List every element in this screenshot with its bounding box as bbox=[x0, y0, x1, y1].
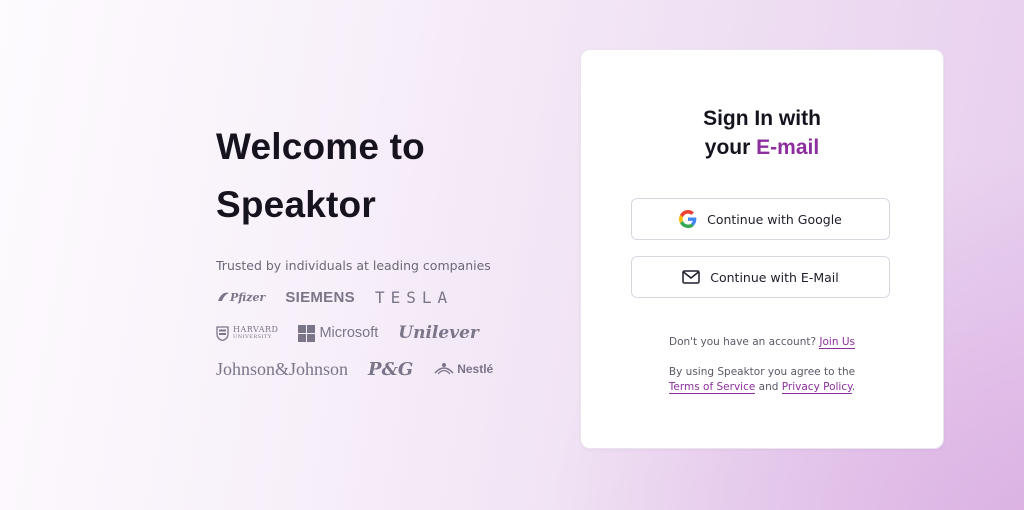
google-g-icon bbox=[679, 210, 697, 228]
terms-prefix-text: By using Speaktor you agree to the bbox=[668, 366, 856, 378]
unilever-logo: Unilever bbox=[398, 323, 479, 343]
pfizer-mark-icon bbox=[218, 292, 229, 301]
trusted-by-text: Trusted by individuals at leading compan… bbox=[216, 258, 491, 273]
terms-and-text: and bbox=[758, 381, 779, 393]
logo-row-3: Johnson&Johnson P&G Nestlé bbox=[216, 357, 546, 381]
terms-of-service-link[interactable]: Terms of Service bbox=[668, 381, 756, 394]
headline-line-2: Speaktor bbox=[216, 184, 376, 225]
sign-in-title-line-1: Sign In with bbox=[703, 107, 821, 130]
signup-prompt-text: Don't you have an account? bbox=[668, 336, 817, 348]
continue-with-email-button[interactable]: Continue with E-Mail bbox=[631, 256, 890, 298]
sign-in-title-prefix: your bbox=[704, 136, 751, 159]
welcome-headline: Welcome to Speaktor bbox=[216, 118, 546, 234]
signup-prompt: Don't you have an account? Join Us bbox=[581, 335, 943, 350]
harvard-shield-icon bbox=[216, 325, 229, 341]
sign-in-title: Sign In with your E-mail bbox=[581, 104, 943, 162]
google-button-label: Continue with Google bbox=[707, 211, 842, 227]
sign-in-title-accent: E-mail bbox=[756, 136, 820, 159]
siemens-logo: SIEMENS bbox=[285, 288, 355, 306]
sign-in-card: Sign In with your E-mail Continue with G… bbox=[580, 49, 944, 449]
pfizer-logo-text: Pfizer bbox=[230, 290, 266, 304]
nestle-nest-icon bbox=[434, 363, 454, 375]
harvard-logo-text: HARVARD bbox=[233, 325, 279, 334]
continue-with-google-button[interactable]: Continue with Google bbox=[631, 198, 890, 240]
pfizer-logo: Pfizer bbox=[216, 291, 265, 304]
tesla-logo: TESLA bbox=[374, 287, 454, 307]
welcome-section: Welcome to Speaktor Trusted by individua… bbox=[216, 118, 546, 381]
privacy-policy-link[interactable]: Privacy Policy bbox=[781, 381, 852, 394]
terms-notice: By using Speaktor you agree to the Terms… bbox=[581, 365, 943, 395]
logo-row-2: HARVARD UNIVERSITY Microsoft Unilever bbox=[216, 321, 546, 345]
pg-logo: P&G bbox=[368, 358, 414, 380]
microsoft-logo: Microsoft bbox=[298, 324, 379, 342]
envelope-icon bbox=[682, 270, 700, 284]
join-us-link[interactable]: Join Us bbox=[819, 336, 855, 349]
microsoft-logo-text: Microsoft bbox=[319, 325, 379, 341]
harvard-logo-subtext: UNIVERSITY bbox=[233, 334, 272, 340]
email-button-label: Continue with E-Mail bbox=[710, 269, 839, 285]
microsoft-windows-icon bbox=[298, 324, 316, 342]
harvard-logo: HARVARD UNIVERSITY bbox=[216, 326, 278, 341]
nestle-logo: Nestlé bbox=[433, 361, 493, 377]
nestle-logo-text: Nestlé bbox=[457, 362, 494, 376]
johnson-and-johnson-logo: Johnson&Johnson bbox=[216, 358, 349, 379]
headline-line-1: Welcome to bbox=[216, 126, 425, 167]
terms-suffix-text: . bbox=[851, 381, 856, 393]
logo-row-1: Pfizer SIEMENS TESLA bbox=[216, 285, 546, 309]
